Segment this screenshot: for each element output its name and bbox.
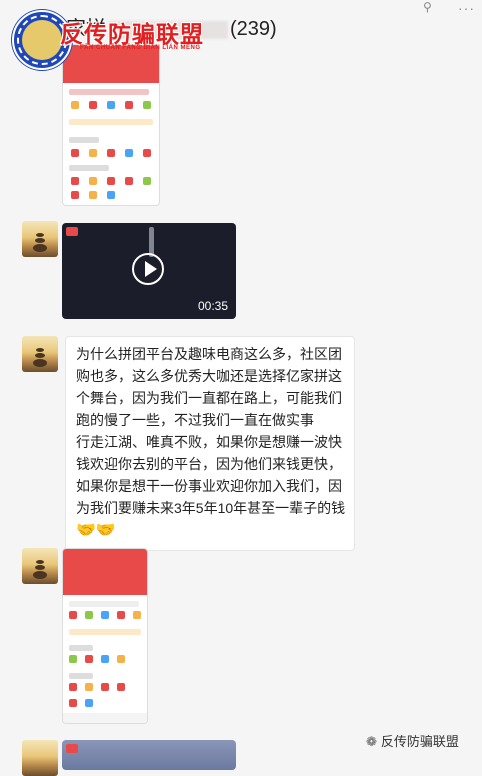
message-line: 如果你是想干一份事业欢迎你加入我们，因 <box>76 478 342 494</box>
message-line: 行走江湖、唯真不败，如果你是想赚一波快 <box>76 434 342 450</box>
message-line: 为什么拼团平台及趣味电商这么多，社区团 <box>76 346 342 362</box>
message-line: 购也多，这么多优秀大咖还是选择亿家拼这 <box>76 368 342 384</box>
anti-fraud-banner: 反传防骗联盟 FĂN CHUẨN FĂNG BIĂN LIÁN MÉNG <box>60 15 208 53</box>
watermark: ❁ 反传防骗联盟 <box>366 731 459 750</box>
member-count: (239) <box>230 18 277 40</box>
text-message-bubble[interactable]: 为什么拼团平台及趣味电商这么多，社区团 购也多，这么多优秀大咖还是选择亿家拼这 … <box>65 336 355 551</box>
sender-avatar[interactable] <box>22 336 58 372</box>
watermark-text: 反传防骗联盟 <box>380 734 459 749</box>
chat-image-partial[interactable] <box>62 740 236 770</box>
handshake-emoji: 🤝🤝 <box>76 522 116 539</box>
video-duration: 00:35 <box>197 299 228 313</box>
message-line: 个舞台，因为我们一直都在路上，可能我们 <box>76 390 342 406</box>
pin-icon[interactable]: ⚲ <box>423 0 432 14</box>
more-dots-icon[interactable]: ··· <box>458 0 475 16</box>
message-line: 跑的慢了一些，不过我们一直在做实事 <box>76 412 314 428</box>
message-line: 钱欢迎你去别的平台，因为他们来钱更快， <box>76 456 342 472</box>
chat-video[interactable]: 00:35 <box>62 223 236 319</box>
message-line: 为我们要赚未来3年5年10年甚至一辈子的钱 <box>76 500 346 516</box>
sender-avatar[interactable] <box>22 221 58 257</box>
chat-image-app-screenshot-2[interactable] <box>62 548 148 724</box>
wechat-official-icon: ❁ <box>366 734 377 749</box>
sender-avatar[interactable] <box>22 548 58 584</box>
screenshot-header <box>63 549 147 595</box>
video-source-mark <box>66 227 78 236</box>
banner-title: 反传防骗联盟 <box>60 21 204 47</box>
sender-avatar[interactable] <box>22 740 58 776</box>
chat-image-app-screenshot-1[interactable] <box>62 44 160 206</box>
banner-subtitle: FĂN CHUẨN FĂNG BIĂN LIÁN MÉNG <box>80 45 201 51</box>
